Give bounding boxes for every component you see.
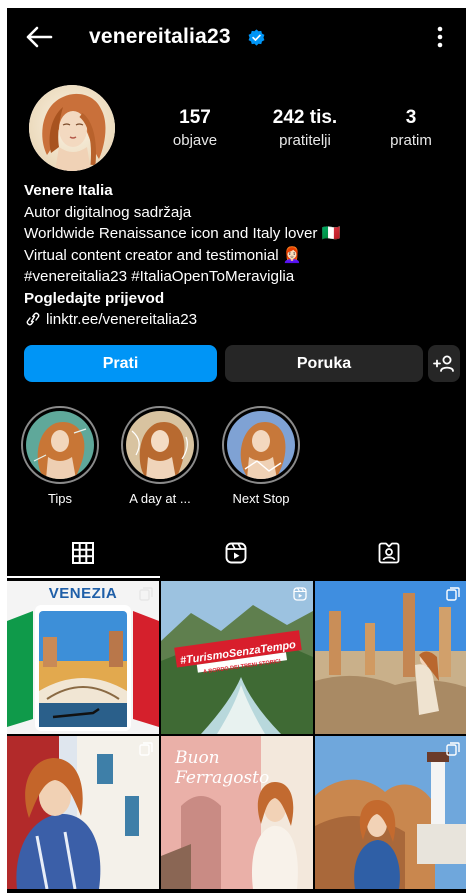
suggested-accounts-button[interactable] [428,345,460,382]
post-thumbnail[interactable] [7,736,159,889]
highlight-label: Tips [47,491,73,506]
tab-tagged[interactable] [313,535,466,579]
post-overlay-text: VENEZIA [48,585,118,602]
post-thumbnail[interactable] [315,581,466,734]
bio-link[interactable]: linktr.ee/venereitalia23 [46,311,197,328]
follow-button[interactable]: Prati [24,345,217,382]
followers-count-value: 242 tis. [272,107,338,128]
following-count-value: 3 [405,107,417,128]
highlight-ring [21,406,99,484]
highlight-cover-image [126,411,194,479]
post-thumbnail[interactable]: Buon Ferragosto [161,736,313,889]
bio-name: Venere Italia [24,182,113,199]
profile-avatar[interactable] [29,85,115,171]
posts-grid: VENEZIA #TurismoSenzaTempo A BORDO DEI T… [7,581,466,893]
highlight-cover-image [26,411,94,479]
highlight-label: A day at ... [129,491,191,506]
carousel-icon [446,587,460,601]
message-button[interactable]: Poruka [225,345,423,382]
following-count[interactable]: 3 pratim [381,106,441,152]
post-thumbnail[interactable]: VENEZIA [7,581,159,734]
tab-posts-grid[interactable] [7,535,160,579]
bio-link-row[interactable]: linktr.ee/venereitalia23 [24,309,454,331]
highlight-cover-image [227,411,295,479]
profile-bio: Venere Italia Autor digitalnog sadržaja … [24,180,454,331]
active-tab-indicator [7,576,160,578]
more-options-icon[interactable] [431,24,449,50]
add-person-icon [433,355,454,372]
posts-count-label: objave [172,132,218,149]
post-image [315,581,466,734]
reel-icon [293,587,307,601]
highlight-next-stop[interactable]: Next Stop [221,406,301,506]
post-image [315,736,466,889]
bio-hashtags[interactable]: #venereitalia23 #ItaliaOpenToMeraviglia [24,266,454,288]
highlight-label: Next Stop [232,491,290,506]
verified-badge-icon [248,29,265,46]
back-arrow-icon[interactable] [25,25,53,49]
followers-count[interactable]: 242 tis. pratitelji [261,106,349,152]
tagged-icon [378,542,400,564]
profile-screen: venereitalia23 157 objave 242 tis. prati… [7,8,466,893]
tab-reels[interactable] [160,535,313,579]
bio-line-2: Virtual content creator and testimonial … [24,246,302,264]
post-image [7,581,159,734]
reels-icon [225,542,247,564]
top-bar: venereitalia23 [7,8,466,66]
highlight-ring [222,406,300,484]
highlight-a-day-at[interactable]: A day at ... [120,406,200,506]
posts-count: 157 objave [163,106,227,152]
following-count-label: pratim [390,132,432,149]
post-thumbnail[interactable]: #TurismoSenzaTempo A BORDO DEI TRENI STO… [161,581,313,734]
posts-count-value: 157 [179,107,211,128]
highlight-tips[interactable]: Tips [20,406,100,506]
bio-category: Autor digitalnog sadržaja [24,203,192,221]
post-image [7,736,159,889]
profile-username: venereitalia23 [89,25,231,48]
bio-line-1: Worldwide Renaissance icon and Italy lov… [24,225,341,242]
see-translation-link[interactable]: Pogledajte prijevod [24,288,454,310]
post-overlay-text: Buon Ferragosto [175,748,270,788]
carousel-icon [139,587,153,601]
carousel-icon [446,742,460,756]
highlight-ring [121,406,199,484]
profile-tabs [7,535,466,579]
grid-icon [72,542,94,564]
carousel-icon [139,742,153,756]
link-icon [26,312,40,326]
followers-count-label: pratitelji [279,132,331,149]
post-thumbnail[interactable] [315,736,466,889]
